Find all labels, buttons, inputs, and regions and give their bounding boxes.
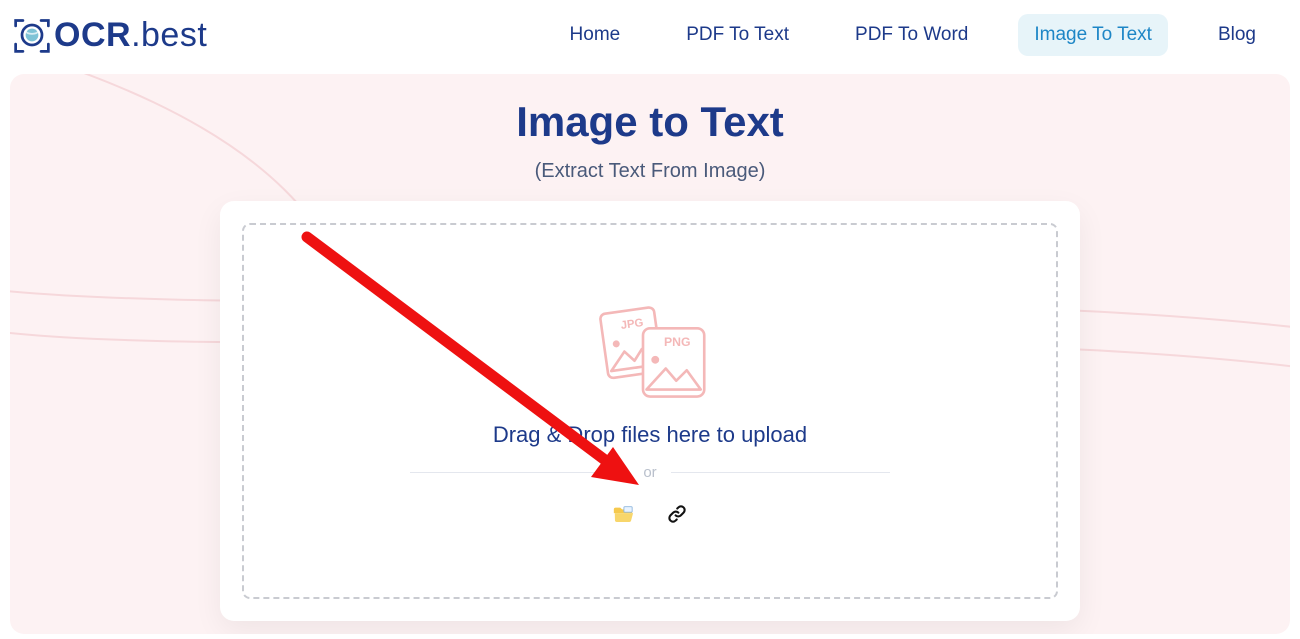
hero-title-block: Image to Text (Extract Text From Image) xyxy=(10,74,1290,183)
header: OCR.best Home PDF To Text PDF To Word Im… xyxy=(0,0,1300,70)
logo-mark-icon xyxy=(12,15,52,55)
main-nav: Home PDF To Text PDF To Word Image To Te… xyxy=(554,14,1272,56)
file-types-illustration-icon: JPG PNG xyxy=(580,296,720,406)
page-subtitle: (Extract Text From Image) xyxy=(10,160,1290,183)
nav-pdf-to-text[interactable]: PDF To Text xyxy=(670,14,805,56)
link-icon xyxy=(666,503,688,525)
or-label: or xyxy=(643,464,656,481)
nav-home[interactable]: Home xyxy=(554,14,637,56)
dropzone[interactable]: JPG PNG Drag & Drop files here to upload… xyxy=(242,223,1058,599)
logo[interactable]: OCR.best xyxy=(12,15,207,55)
nav-pdf-to-word[interactable]: PDF To Word xyxy=(839,14,984,56)
paste-url-button[interactable] xyxy=(664,501,690,527)
divider-line-right xyxy=(671,472,890,473)
dropzone-instruction: Drag & Drop files here to upload xyxy=(493,422,807,448)
nav-image-to-text[interactable]: Image To Text xyxy=(1018,14,1168,56)
svg-text:PNG: PNG xyxy=(664,334,691,348)
divider-line-left xyxy=(410,472,629,473)
folder-open-icon xyxy=(611,503,635,525)
logo-text-thin: .best xyxy=(131,16,207,55)
upload-card: JPG PNG Drag & Drop files here to upload… xyxy=(220,201,1080,621)
page-title: Image to Text xyxy=(10,98,1290,146)
nav-blog[interactable]: Blog xyxy=(1202,14,1272,56)
hero-section: Image to Text (Extract Text From Image) … xyxy=(10,74,1290,634)
browse-files-button[interactable] xyxy=(610,501,636,527)
svg-text:JPG: JPG xyxy=(620,316,644,331)
logo-text-strong: OCR xyxy=(54,16,131,55)
upload-actions xyxy=(610,501,690,527)
or-divider: or xyxy=(410,464,890,481)
